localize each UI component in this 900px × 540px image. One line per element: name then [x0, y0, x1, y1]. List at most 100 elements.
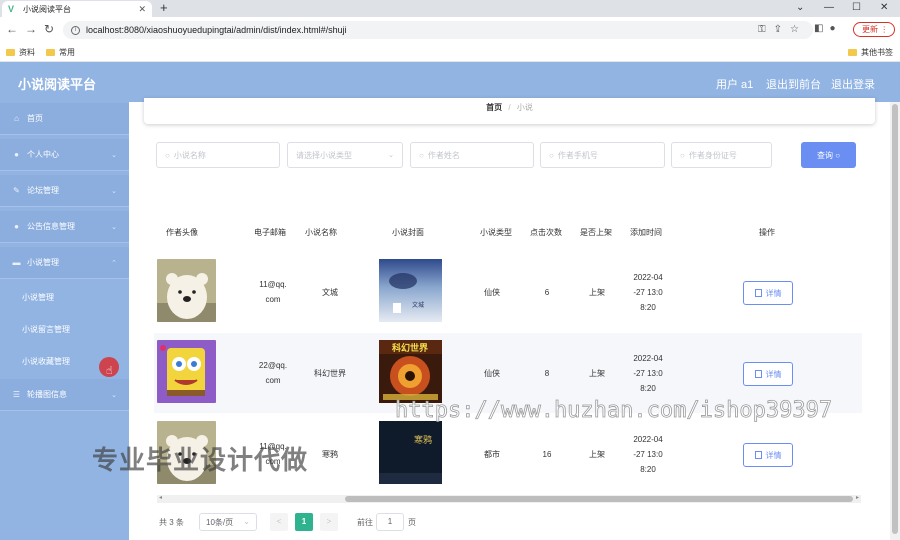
author-name-input[interactable]: ○ 作者姓名 [410, 142, 534, 168]
author-avatar [157, 259, 216, 322]
column-header: 是否上架 [580, 228, 612, 237]
bookmarks-bar: 资料 常用 其他书签 [0, 43, 900, 62]
chevron-down-icon: ⌄ [111, 151, 117, 159]
vue-favicon-icon: V [8, 3, 15, 14]
other-bookmarks[interactable]: 其他书签 [848, 47, 893, 58]
click-count-cell: 8 [544, 369, 550, 378]
novel-name-cell: 科幻世界 [314, 369, 346, 378]
scroll-left-icon[interactable]: ◂ [159, 494, 162, 501]
forum-icon: ✎ [13, 186, 20, 195]
url-input[interactable]: i localhost:8080/xiaoshuoyuedupingtai/ad… [63, 21, 813, 39]
window-close-icon[interactable]: ✕ [880, 2, 888, 13]
extension-icons[interactable]: ◧● [814, 23, 842, 34]
search-icon: ○ [680, 150, 685, 160]
sidebar-subitem-novel-manage[interactable]: 小说管理 [0, 281, 129, 313]
query-button[interactable]: 查询 ○ [801, 142, 856, 168]
column-header: 小说名称 [305, 228, 337, 237]
watermark-url: https://www.huzhan.com/ishop39397 [395, 398, 833, 424]
novel-name-input[interactable]: ○ 小说名称 [156, 142, 280, 168]
pointer-hand-icon: ☝ [106, 365, 113, 377]
goto-page-input[interactable]: 1 [376, 513, 404, 531]
next-page-button[interactable]: > [320, 513, 338, 531]
table-horizontal-scrollbar[interactable]: ◂ ▸ [157, 495, 861, 503]
prev-page-button[interactable]: < [270, 513, 288, 531]
sidebar-item-profile[interactable]: ● 个人中心 ⌄ [0, 139, 129, 171]
bookmark-folder[interactable]: 常用 [46, 47, 75, 58]
search-icon: ○ [419, 150, 424, 160]
tab-close-icon[interactable]: ✕ [138, 4, 146, 15]
sidebar-item-notice[interactable]: ● 公告信息管理 ⌄ [0, 211, 129, 243]
url-text: localhost:8080/xiaoshuoyuedupingtai/admi… [86, 25, 347, 35]
detail-button[interactable]: 详情 [743, 281, 793, 305]
browser-tab-bar: V 小说阅读平台 ✕ + ⌄ — ☐ ✕ [0, 0, 900, 17]
novel-cover-image: 寒鸦 [379, 421, 442, 484]
person-icon: ● [14, 150, 19, 159]
author-id-input[interactable]: ○ 作者身份证号 [671, 142, 772, 168]
notice-icon: ● [14, 222, 19, 231]
author-avatar [157, 340, 216, 403]
app-title: 小说阅读平台 [18, 77, 97, 92]
novel-type-select[interactable]: 请选择小说类型 ⌄ [287, 142, 403, 168]
sidebar-item-novel[interactable]: ▬ 小说管理 ⌃ [0, 247, 129, 279]
novel-type-cell: 都市 [484, 450, 500, 459]
detail-button[interactable]: 详情 [743, 362, 793, 386]
novel-cover-image: 科幻世界 [379, 340, 442, 403]
chevron-down-icon: ⌄ [111, 223, 117, 231]
forward-icon[interactable]: → [25, 22, 37, 36]
shelf-status-cell: 上架 [589, 288, 605, 297]
chevron-down-icon: ⌄ [388, 152, 394, 159]
scrollbar-thumb[interactable] [892, 104, 898, 534]
click-count-cell: 16 [542, 450, 552, 459]
breadcrumb-home[interactable]: 首页 [486, 103, 502, 112]
back-to-front-link[interactable]: 退出到前台 [766, 76, 821, 92]
total-count: 共 3 条 [159, 518, 184, 527]
home-icon: ⌂ [14, 114, 19, 123]
sidebar-item-forum[interactable]: ✎ 论坛管理 ⌄ [0, 175, 129, 207]
novel-name-cell: 文城 [322, 288, 338, 297]
scrollbar-thumb[interactable] [345, 496, 853, 502]
column-header: 小说封面 [392, 228, 424, 237]
column-header: 操作 [759, 228, 775, 237]
column-header: 作者头像 [166, 228, 198, 237]
document-icon [754, 289, 762, 297]
breadcrumb: 首页 / 小说 [144, 98, 875, 124]
book-icon: ▬ [12, 258, 21, 267]
browser-update-button[interactable]: 更新 ⋮ [853, 22, 895, 37]
browser-tab[interactable]: V 小说阅读平台 ✕ [2, 1, 152, 17]
tab-title: 小说阅读平台 [23, 4, 71, 14]
reload-icon[interactable]: ↻ [44, 22, 54, 36]
author-phone-input[interactable]: ○ 作者手机号 [540, 142, 665, 168]
new-tab-icon[interactable]: + [160, 1, 168, 15]
column-header: 电子邮箱 [254, 228, 286, 237]
scroll-right-icon[interactable]: ▸ [856, 494, 859, 501]
click-count-cell: 6 [544, 288, 550, 297]
minimize-icon[interactable]: — [824, 2, 834, 13]
app-header: 小说阅读平台 用户 a1 退出到前台 退出登录 [0, 62, 900, 102]
add-time-cell: 2022-04 -27 13:0 8:20 [633, 354, 663, 393]
logout-link[interactable]: 退出登录 [831, 76, 875, 92]
sidebar-item-home[interactable]: ⌂ 首页 [0, 103, 129, 135]
folder-icon [848, 49, 857, 56]
column-header: 小说类型 [480, 228, 512, 237]
document-icon [754, 451, 762, 459]
page-number-current[interactable]: 1 [295, 513, 313, 531]
url-action-icons[interactable]: ⚿⇪☆ [758, 24, 807, 35]
page-vertical-scrollbar[interactable] [890, 102, 900, 540]
site-info-icon[interactable]: i [71, 25, 80, 35]
add-time-cell: 2022-04 -27 13:0 8:20 [633, 273, 663, 312]
chevron-up-icon: ⌃ [111, 259, 117, 267]
cover-title: 寒鸦 [414, 434, 432, 446]
page-size-select[interactable]: 10条/页 ⌄ [199, 513, 257, 531]
sidebar-subitem-novel-comments[interactable]: 小说留言管理 [0, 313, 129, 345]
search-icon: ○ [165, 150, 170, 160]
search-icon: ○ [835, 150, 841, 160]
novel-cover-image: 文城 [379, 259, 442, 322]
maximize-icon[interactable]: ☐ [852, 2, 861, 13]
back-icon[interactable]: ← [6, 22, 18, 36]
search-icon: ○ [549, 150, 554, 160]
bookmark-folder[interactable]: 资料 [6, 47, 35, 58]
current-user: 用户 a1 [716, 79, 754, 91]
sidebar-item-carousel[interactable]: ☰ 轮播图信息 ⌄ [0, 379, 129, 411]
tab-search-icon[interactable]: ⌄ [796, 2, 804, 13]
detail-button[interactable]: 详情 [743, 443, 793, 467]
